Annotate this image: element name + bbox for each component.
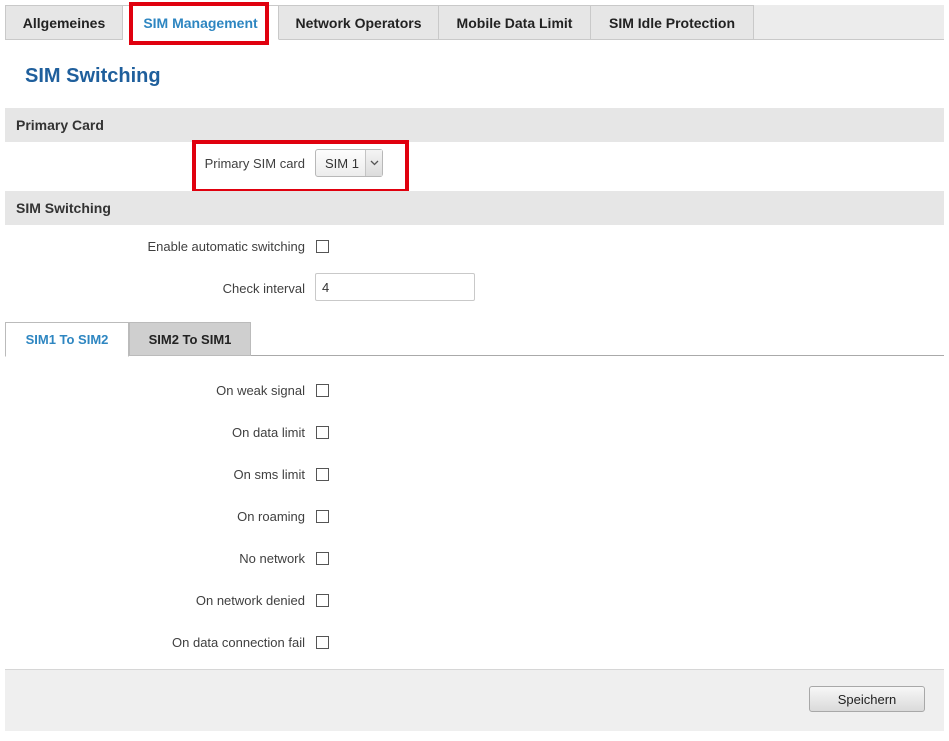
no-network-label: No network — [239, 551, 305, 566]
check-interval-label: Check interval — [222, 281, 305, 296]
save-button[interactable]: Speichern — [809, 686, 925, 712]
on-network-denied-label: On network denied — [195, 593, 305, 608]
enable-auto-switch-checkbox[interactable] — [316, 240, 329, 253]
on-weak-signal-label: On weak signal — [216, 383, 305, 398]
section-header-primary-card: Primary Card — [5, 108, 944, 142]
on-roaming-checkbox[interactable] — [316, 510, 329, 523]
check-interval-input[interactable] — [315, 273, 475, 301]
section-header-sim-switching: SIM Switching — [5, 191, 944, 225]
on-sms-limit-checkbox[interactable] — [316, 468, 329, 481]
tab-sim-idle-protection[interactable]: SIM Idle Protection — [591, 5, 754, 40]
tab-sim2-to-sim1[interactable]: SIM2 To SIM1 — [129, 322, 251, 356]
on-data-limit-checkbox[interactable] — [316, 426, 329, 439]
on-roaming-label: On roaming — [237, 509, 305, 524]
on-data-limit-label: On data limit — [232, 425, 305, 440]
on-data-connection-fail-checkbox[interactable] — [316, 636, 329, 649]
chevron-down-icon — [365, 150, 382, 176]
primary-sim-card-value: SIM 1 — [325, 156, 359, 171]
tab-mobile-data-limit[interactable]: Mobile Data Limit — [439, 5, 591, 40]
primary-sim-card-label: Primary SIM card — [204, 156, 305, 171]
top-tab-bar: Allgemeines SIM Management Network Opera… — [5, 5, 944, 40]
tab-network-operators[interactable]: Network Operators — [279, 5, 439, 40]
primary-sim-card-select[interactable]: SIM 1 — [315, 149, 383, 177]
enable-auto-switch-label: Enable automatic switching — [147, 239, 305, 254]
no-network-checkbox[interactable] — [316, 552, 329, 565]
on-sms-limit-label: On sms limit — [233, 467, 306, 482]
on-weak-signal-checkbox[interactable] — [316, 384, 329, 397]
footer-bar — [5, 669, 944, 731]
tab-sim-management[interactable]: SIM Management — [123, 5, 279, 40]
page-title: SIM Switching — [25, 65, 161, 87]
on-network-denied-checkbox[interactable] — [316, 594, 329, 607]
tab-allgemeines[interactable]: Allgemeines — [5, 5, 123, 40]
tab-sim1-to-sim2[interactable]: SIM1 To SIM2 — [5, 322, 129, 357]
on-data-connection-fail-label: On data connection fail — [172, 635, 305, 650]
